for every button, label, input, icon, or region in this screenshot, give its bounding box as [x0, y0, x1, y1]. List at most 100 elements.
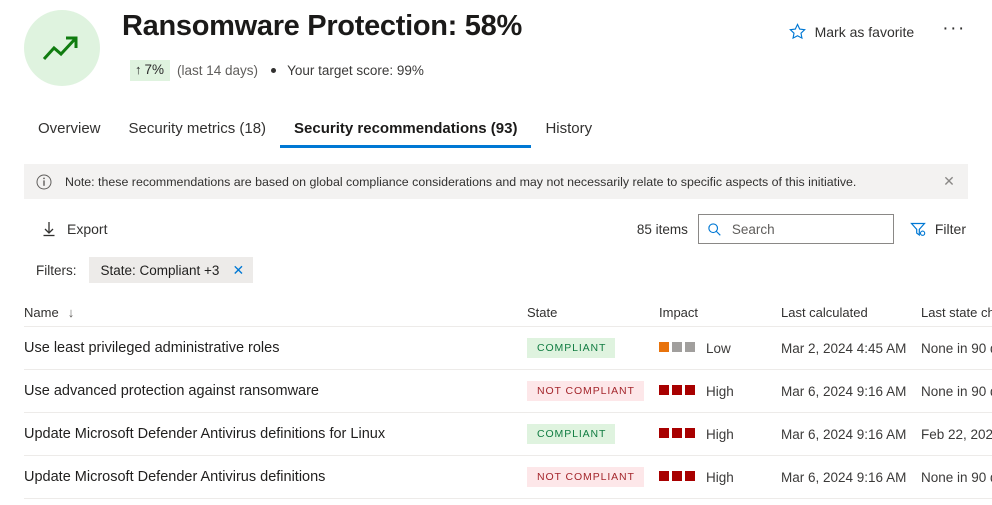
- separator-dot: [271, 68, 276, 73]
- page-title: Ransomware Protection: 58%: [122, 8, 785, 44]
- info-banner: Note: these recommendations are based on…: [24, 164, 968, 199]
- column-header-impact[interactable]: Impact: [659, 305, 781, 320]
- more-options-button[interactable]: ···: [940, 22, 968, 42]
- last-state-change-cell: Feb 22, 2024: [921, 427, 992, 442]
- impact-level-indicator: [659, 468, 698, 486]
- status-badge: NOT COMPLIANT: [527, 381, 644, 401]
- impact-label: High: [706, 470, 734, 485]
- export-label: Export: [67, 221, 107, 237]
- table-row[interactable]: Use advanced protection against ransomwa…: [24, 370, 992, 413]
- filter-funnel-icon: [910, 221, 926, 237]
- impact-square: [685, 471, 695, 481]
- column-header-name[interactable]: Name ↓: [24, 305, 527, 320]
- search-box[interactable]: [698, 214, 894, 244]
- info-banner-text: Note: these recommendations are based on…: [65, 175, 941, 189]
- tab-security-recommendations[interactable]: Security recommendations (93): [280, 120, 531, 148]
- last-state-change-cell: None in 90 d: [921, 384, 992, 399]
- recommendation-name-link[interactable]: Use advanced protection against ransomwa…: [24, 382, 527, 400]
- last-calculated-cell: Mar 6, 2024 9:16 AM: [781, 470, 921, 485]
- table-row[interactable]: Update Microsoft Defender Antivirus defi…: [24, 456, 992, 499]
- column-header-last-state-change[interactable]: Last state ch: [921, 305, 992, 320]
- info-circle-icon: [36, 174, 54, 190]
- tab-history[interactable]: History: [531, 120, 606, 148]
- impact-level-indicator: [659, 339, 698, 357]
- impact-square: [672, 428, 682, 438]
- sort-descending-icon: ↓: [68, 305, 75, 320]
- arrow-up-icon: ↑: [135, 62, 142, 78]
- tab-security-metrics[interactable]: Security metrics (18): [115, 120, 281, 148]
- score-delta-period: (last 14 days): [177, 63, 258, 78]
- search-icon: [707, 222, 723, 237]
- impact-level-indicator: [659, 382, 698, 400]
- state-cell: NOT COMPLIANT: [527, 467, 659, 487]
- recommendation-name-label: Update Microsoft Defender Antivirus defi…: [24, 469, 325, 485]
- recommendation-name-label: Update Microsoft Defender Antivirus defi…: [24, 426, 385, 442]
- recommendation-name-link[interactable]: Update Microsoft Defender Antivirus defi…: [24, 468, 527, 486]
- header-actions: Mark as favorite ···: [785, 20, 968, 43]
- score-delta-badge: ↑ 7%: [130, 60, 170, 81]
- impact-square: [672, 471, 682, 481]
- recommendation-name-label: Use advanced protection against ransomwa…: [24, 383, 319, 399]
- filters-label: Filters:: [36, 263, 77, 278]
- last-calculated-cell: Mar 2, 2024 4:45 AM: [781, 341, 921, 356]
- mark-as-favorite-button[interactable]: Mark as favorite: [785, 20, 919, 43]
- items-count: 85 items: [637, 222, 688, 237]
- impact-cell: High: [659, 468, 781, 486]
- status-badge: COMPLIANT: [527, 338, 615, 358]
- tab-overview[interactable]: Overview: [24, 120, 115, 148]
- score-subline: ↑ 7% (last 14 days) Your target score: 9…: [130, 60, 785, 81]
- filter-label: Filter: [935, 221, 966, 237]
- impact-square: [659, 342, 669, 352]
- impact-square: [672, 342, 682, 352]
- recommendation-name-label: Use least privileged administrative role…: [24, 340, 279, 356]
- download-icon: [42, 221, 56, 237]
- tab-bar: Overview Security metrics (18) Security …: [0, 106, 992, 148]
- filter-chip-state[interactable]: State: Compliant +3 ✕: [89, 257, 254, 283]
- impact-cell: Low: [659, 339, 781, 357]
- state-cell: COMPLIANT: [527, 338, 659, 358]
- export-button[interactable]: Export: [24, 216, 115, 242]
- last-state-change-cell: None in 90 d: [921, 470, 992, 485]
- impact-square: [659, 428, 669, 438]
- status-badge: COMPLIANT: [527, 424, 615, 444]
- target-score-text: Your target score: 99%: [287, 63, 424, 78]
- last-calculated-cell: Mar 6, 2024 9:16 AM: [781, 427, 921, 442]
- command-bar-right: 85 items Filter: [637, 214, 968, 244]
- column-header-last-calculated[interactable]: Last calculated: [781, 305, 921, 320]
- close-icon[interactable]: ✕: [941, 173, 957, 190]
- table-body: Use least privileged administrative role…: [24, 327, 992, 499]
- impact-square: [659, 471, 669, 481]
- command-bar: Export 85 items: [0, 210, 992, 248]
- ransomware-protection-page: Ransomware Protection: 58% ↑ 7% (last 14…: [0, 0, 992, 505]
- filters-row: Filters: State: Compliant +3 ✕: [0, 256, 992, 284]
- state-cell: NOT COMPLIANT: [527, 381, 659, 401]
- trending-up-icon: [24, 10, 100, 86]
- table-row[interactable]: Use least privileged administrative role…: [24, 327, 992, 370]
- impact-square: [672, 385, 682, 395]
- last-calculated-cell: Mar 6, 2024 9:16 AM: [781, 384, 921, 399]
- column-header-state[interactable]: State: [527, 305, 659, 320]
- column-header-name-label: Name: [24, 305, 59, 320]
- status-badge: NOT COMPLIANT: [527, 467, 644, 487]
- recommendation-name-link[interactable]: Use least privileged administrative role…: [24, 339, 527, 357]
- recommendations-table: Name ↓ State Impact Last calculated Last…: [0, 298, 992, 499]
- impact-square: [685, 385, 695, 395]
- search-input[interactable]: [732, 222, 885, 237]
- star-outline-icon: [789, 23, 806, 40]
- score-delta-value: 7%: [145, 62, 165, 78]
- impact-label: High: [706, 384, 734, 399]
- state-cell: COMPLIANT: [527, 424, 659, 444]
- impact-level-indicator: [659, 425, 698, 443]
- filter-chip-label: State: Compliant +3: [101, 263, 220, 278]
- impact-label: High: [706, 427, 734, 442]
- recommendation-name-link[interactable]: Update Microsoft Defender Antivirus defi…: [24, 425, 527, 443]
- mark-as-favorite-label: Mark as favorite: [815, 24, 915, 40]
- impact-square: [659, 385, 669, 395]
- filter-button[interactable]: Filter: [908, 217, 968, 241]
- impact-square: [685, 428, 695, 438]
- remove-filter-icon[interactable]: ✕: [232, 262, 244, 279]
- last-state-change-cell: None in 90 d: [921, 341, 992, 356]
- table-row[interactable]: Update Microsoft Defender Antivirus defi…: [24, 413, 992, 456]
- table-header-row: Name ↓ State Impact Last calculated Last…: [24, 298, 992, 327]
- impact-cell: High: [659, 382, 781, 400]
